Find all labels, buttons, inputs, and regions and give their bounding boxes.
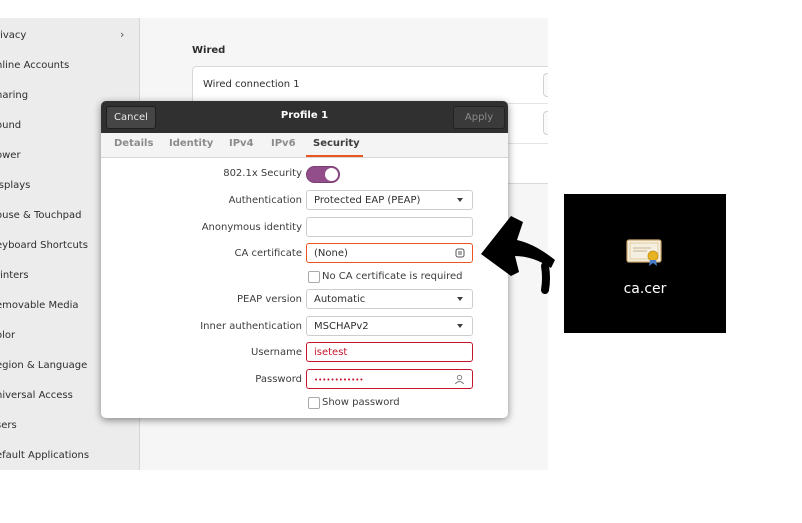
wired-section-title: Wired — [192, 45, 226, 56]
show-password-checkbox[interactable] — [308, 397, 320, 409]
show-password-label: Show password — [322, 397, 400, 408]
dropdown-arrow-icon — [457, 198, 463, 202]
sidebar-item-label: rinters — [0, 270, 29, 281]
no-ca-required-checkbox[interactable] — [308, 271, 320, 283]
sidebar-item-label: niversal Access — [0, 390, 73, 401]
security-toggle-label: 802.1x Security — [223, 168, 302, 179]
toggle-knob — [325, 168, 338, 181]
ca-certificate-label: CA certificate — [234, 248, 302, 259]
tab-ipv4[interactable]: IPv4 — [229, 138, 254, 149]
sidebar-item-label: emovable Media — [0, 300, 79, 311]
sidebar-item-label: eyboard Shortcuts — [0, 240, 88, 251]
gear-icon[interactable] — [543, 111, 548, 135]
sidebar-item-sharing[interactable]: haring — [0, 81, 28, 111]
apply-button[interactable]: Apply — [453, 106, 505, 129]
authentication-label: Authentication — [228, 195, 302, 206]
sidebar-item-label: egion & Language — [0, 360, 88, 371]
sidebar-item-removable-media[interactable]: emovable Media — [0, 291, 79, 321]
inner-authentication-value: MSCHAPv2 — [314, 321, 369, 332]
sidebar-item-label: nline Accounts — [0, 60, 70, 71]
arrow-tail — [541, 262, 550, 294]
sidebar-item-privacy[interactable]: rivacy — [0, 21, 26, 51]
sidebar-item-label: efault Applications — [0, 450, 90, 461]
user-icon[interactable] — [454, 374, 465, 385]
file-chooser-icon[interactable] — [455, 248, 465, 258]
dropdown-arrow-icon — [457, 297, 463, 301]
anonymous-identity-label: Anonymous identity — [201, 222, 302, 233]
sidebar-item-users[interactable]: sers — [0, 411, 17, 441]
ca-certificate-chooser[interactable]: (None) — [306, 243, 473, 263]
certificate-file-preview: ca.cer — [564, 194, 726, 333]
sidebar-item-label: haring — [0, 90, 29, 101]
sidebar-item-universal-access[interactable]: niversal Access — [0, 381, 73, 411]
sidebar-item-label: olor — [0, 330, 16, 341]
password-value: •••••••••••• — [314, 376, 364, 384]
tab-ipv6[interactable]: IPv6 — [271, 138, 296, 149]
sidebar-item-sound[interactable]: ound — [0, 111, 21, 141]
no-ca-required-label: No CA certificate is required — [322, 271, 463, 282]
sidebar-item-label: ound — [0, 120, 22, 131]
username-label: Username — [251, 347, 302, 358]
sidebar-item-online-accounts[interactable]: nline Accounts — [0, 51, 69, 81]
sidebar-item-keyboard-shortcuts[interactable]: eyboard Shortcuts — [0, 231, 88, 261]
tab-security[interactable]: Security — [313, 138, 360, 149]
sidebar-item-color[interactable]: olor — [0, 321, 15, 351]
tab-bar: Details Identity IPv4 IPv6 Security — [101, 133, 508, 158]
anonymous-identity-input[interactable] — [306, 217, 473, 237]
sidebar-item-power[interactable]: ower — [0, 141, 21, 171]
sidebar-item-default-applications[interactable]: efault Applications — [0, 441, 89, 470]
sidebar-item-mouse-touchpad[interactable]: ouse & Touchpad — [0, 201, 82, 231]
tab-identity[interactable]: Identity — [169, 138, 213, 149]
dialog-title: Profile 1 — [280, 110, 329, 121]
ca-certificate-value: (None) — [314, 248, 348, 259]
sidebar-item-label: rivacy — [0, 30, 27, 41]
peap-version-select[interactable]: Automatic — [306, 289, 473, 309]
gear-icon[interactable] — [543, 73, 548, 97]
peap-version-value: Automatic — [314, 294, 366, 305]
username-input[interactable]: isetest — [306, 342, 473, 362]
sidebar-item-label: isplays — [0, 180, 31, 191]
sidebar-item-printers[interactable]: rinters — [0, 261, 29, 291]
certificate-file-name: ca.cer — [623, 281, 667, 297]
password-label: Password — [255, 374, 302, 385]
authentication-select[interactable]: Protected EAP (PEAP) — [306, 190, 473, 210]
username-value: isetest — [314, 347, 348, 358]
chevron-right-icon: › — [120, 28, 125, 41]
peap-version-label: PEAP version — [236, 294, 302, 305]
annotation-arrow — [481, 216, 555, 294]
dialog-header: Cancel Profile 1 Apply — [101, 101, 508, 133]
inner-authentication-label: Inner authentication — [200, 321, 302, 332]
sidebar-item-label: ower — [0, 150, 21, 161]
sidebar-item-label: ouse & Touchpad — [0, 210, 82, 221]
sidebar-item-label: sers — [0, 420, 17, 431]
tab-details[interactable]: Details — [114, 138, 153, 149]
dropdown-arrow-icon — [457, 324, 463, 328]
sidebar-item-displays[interactable]: isplays — [0, 171, 30, 201]
active-tab-indicator — [306, 155, 363, 157]
security-toggle[interactable] — [306, 166, 340, 183]
inner-authentication-select[interactable]: MSCHAPv2 — [306, 316, 473, 336]
sidebar-item-region-language[interactable]: egion & Language — [0, 351, 87, 381]
password-input[interactable]: •••••••••••• — [306, 369, 473, 389]
wired-connection-name[interactable]: Wired connection 1 — [203, 79, 300, 90]
profile-dialog: Cancel Profile 1 Apply Details Identity … — [101, 101, 508, 418]
certificate-icon — [626, 239, 662, 266]
authentication-value: Protected EAP (PEAP) — [314, 195, 421, 206]
